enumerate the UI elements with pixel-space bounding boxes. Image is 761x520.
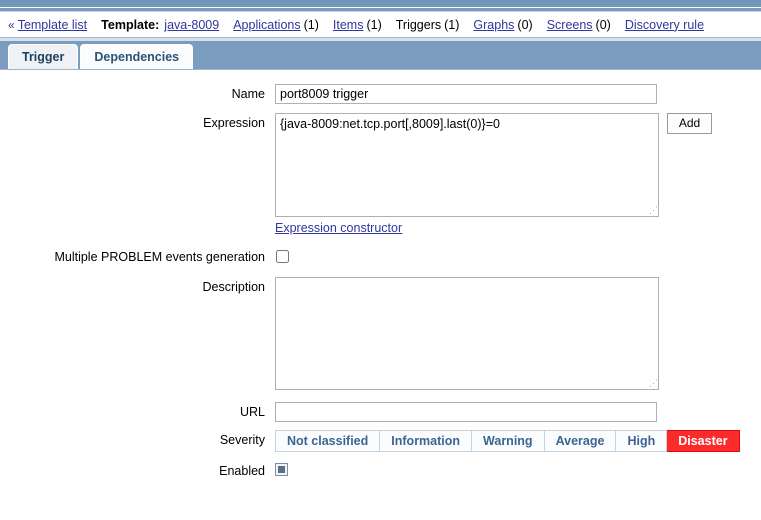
description-textarea[interactable]	[275, 277, 659, 390]
tab-trigger[interactable]: Trigger	[8, 44, 79, 69]
severity-option-high[interactable]: High	[616, 430, 668, 452]
expression-textarea-wrap: ⋰	[275, 113, 659, 217]
breadcrumb-item-screens[interactable]: Screens (0)	[547, 18, 611, 32]
form-row-url: URL	[0, 402, 761, 422]
form-row-multiple-problem: Multiple PROBLEM events generation	[0, 247, 761, 267]
back-chevron-icon: «	[8, 17, 15, 32]
severity-option-warning[interactable]: Warning	[472, 430, 545, 452]
severity-option-average[interactable]: Average	[544, 430, 617, 452]
breadcrumb-template-name-link[interactable]: java-8009	[164, 18, 219, 32]
description-label: Description	[202, 280, 265, 294]
tab-strip: Trigger Dependencies	[0, 38, 761, 70]
severity-option-information[interactable]: Information	[380, 430, 473, 452]
breadcrumb-item-label[interactable]: Items	[333, 18, 364, 32]
breadcrumb-item-applications[interactable]: Applications (1)	[233, 18, 319, 32]
url-input[interactable]	[275, 402, 657, 422]
form-row-expression: Expression ⋰ Add Expression constructor	[0, 113, 761, 235]
name-field-wrap	[275, 84, 761, 104]
form-row-enabled: Enabled	[0, 461, 761, 481]
expression-input-group: ⋰ Add	[275, 113, 761, 217]
expression-label: Expression	[203, 116, 265, 130]
url-label: URL	[239, 405, 265, 419]
multiple-problem-label: Multiple PROBLEM events generation	[54, 250, 265, 264]
expression-constructor-link[interactable]: Expression constructor	[275, 221, 402, 235]
form-row-severity: Severity Not classified Information Warn…	[0, 430, 761, 452]
tab-label: Trigger	[22, 50, 65, 64]
breadcrumb-template-label: Template:	[101, 17, 160, 32]
severity-field-wrap: Not classified Information Warning Avera…	[275, 430, 761, 452]
name-label: Name	[231, 87, 265, 101]
breadcrumb-item-items[interactable]: Items (1)	[333, 18, 382, 32]
severity-option-not-classified[interactable]: Not classified	[275, 430, 381, 452]
expression-field-wrap: ⋰ Add Expression constructor	[275, 113, 761, 235]
breadcrumb: « Template list Template: java-8009 Appl…	[0, 12, 761, 38]
name-input[interactable]	[275, 84, 657, 104]
url-field-wrap	[275, 402, 761, 422]
breadcrumb-item-label[interactable]: Screens	[547, 18, 593, 32]
breadcrumb-item-count: (1)	[366, 17, 382, 32]
breadcrumb-item-label: Triggers	[395, 17, 442, 32]
trigger-form: Name Expression ⋰ Add Expression constru…	[0, 84, 761, 481]
severity-button-group: Not classified Information Warning Avera…	[275, 430, 761, 452]
breadcrumb-item-count: (1)	[444, 17, 460, 32]
description-field-wrap: ⋰	[275, 277, 761, 393]
breadcrumb-item-triggers: Triggers (1)	[396, 18, 460, 32]
enabled-label: Enabled	[219, 464, 265, 478]
breadcrumb-template-list-link[interactable]: Template list	[18, 18, 87, 32]
expression-textarea[interactable]	[275, 113, 659, 217]
breadcrumb-item-label[interactable]: Applications	[233, 18, 300, 32]
multiple-problem-field-wrap	[275, 247, 761, 263]
breadcrumb-item-count: (0)	[517, 17, 533, 32]
add-expression-button[interactable]: Add	[667, 113, 712, 134]
form-row-name: Name	[0, 84, 761, 104]
top-accent-bar	[0, 0, 761, 8]
breadcrumb-item-graphs[interactable]: Graphs (0)	[473, 18, 532, 32]
breadcrumb-item-count: (1)	[303, 17, 319, 32]
breadcrumb-item-label[interactable]: Discovery rule	[625, 18, 704, 32]
breadcrumb-item-label[interactable]: Graphs	[473, 18, 514, 32]
form-row-description: Description ⋰	[0, 277, 761, 393]
severity-label: Severity	[219, 433, 265, 447]
enabled-checkbox[interactable]	[275, 463, 288, 476]
breadcrumb-item-count: (0)	[595, 17, 611, 32]
breadcrumb-item-discovery-rule[interactable]: Discovery rule	[625, 18, 704, 32]
description-textarea-wrap: ⋰	[275, 277, 659, 390]
tab-dependencies[interactable]: Dependencies	[80, 44, 194, 69]
multiple-problem-checkbox[interactable]	[276, 250, 289, 263]
severity-option-disaster[interactable]: Disaster	[667, 430, 740, 452]
tab-label: Dependencies	[94, 50, 180, 64]
enabled-field-wrap	[275, 461, 761, 479]
